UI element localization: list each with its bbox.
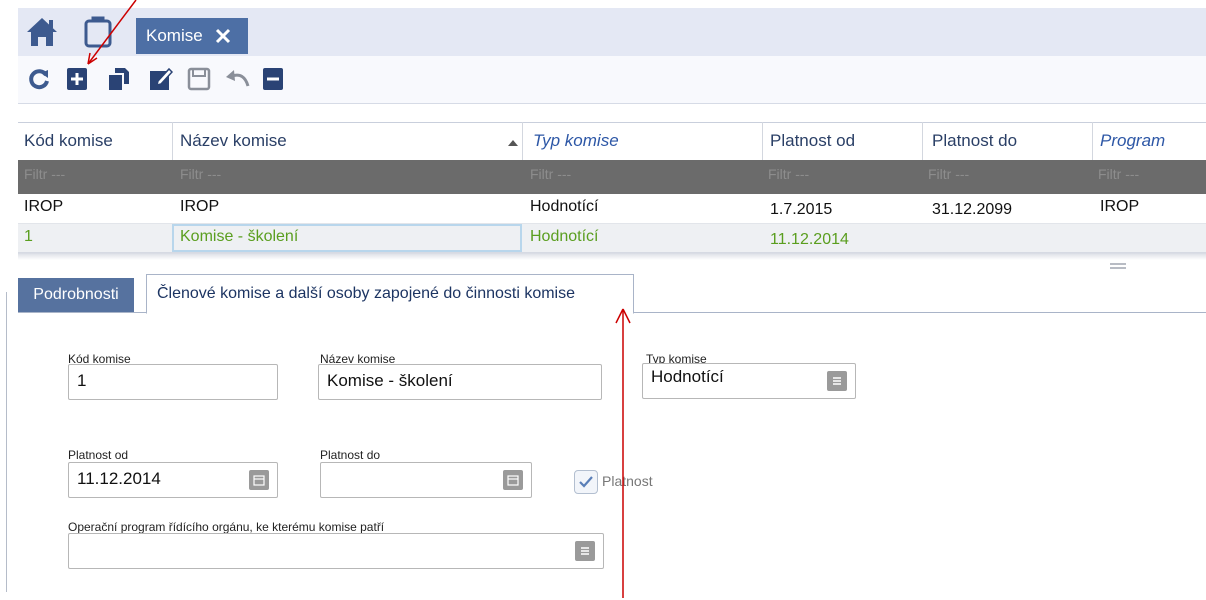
filter-program[interactable]: Filtr --- — [1098, 166, 1139, 182]
edit-icon[interactable] — [146, 64, 176, 94]
cell-typ: Hodnotící — [530, 198, 599, 215]
add-icon[interactable] — [62, 64, 92, 94]
platnost-od-field[interactable]: 11.12.2014 — [68, 462, 278, 498]
nazev-komise-value: Komise - školení — [327, 371, 453, 390]
filter-nazev[interactable]: Filtr --- — [180, 166, 221, 182]
sort-ascending-icon[interactable] — [508, 140, 518, 146]
tab-komise-label: Komise — [146, 26, 203, 45]
cell-program: IROP — [1100, 198, 1140, 215]
cell-platnost-od: 11.12.2014 — [770, 231, 849, 248]
tab-clenove-komise[interactable]: Členové komise a další osoby zapojené do… — [146, 274, 634, 314]
delete-icon[interactable] — [258, 64, 288, 94]
column-header-program[interactable]: Program — [1100, 131, 1165, 151]
column-header-kod[interactable]: Kód komise — [24, 131, 113, 151]
cell-platnost-od: 1.7.2015 — [770, 201, 833, 218]
operacni-program-select[interactable] — [68, 533, 604, 569]
label-operacni-program: Operační program řídícího orgánu, ke kte… — [68, 520, 385, 534]
cell-nazev: Komise - školení — [180, 228, 299, 245]
typ-komise-select[interactable]: Hodnotící — [642, 363, 856, 399]
label-platnost-do: Platnost do — [320, 448, 381, 462]
cell-platnost-do: 31.12.2099 — [932, 201, 1013, 218]
calendar-icon[interactable] — [249, 470, 269, 490]
platnost-checkbox[interactable] — [574, 470, 598, 494]
close-icon[interactable] — [215, 28, 231, 44]
platnost-checkbox-label: Platnost — [602, 473, 653, 489]
platnost-do-field[interactable] — [320, 462, 532, 498]
clipboard-icon[interactable] — [72, 8, 124, 56]
filter-typ[interactable]: Filtr --- — [530, 166, 571, 182]
list-icon[interactable] — [575, 541, 595, 561]
column-header-platnost-do[interactable]: Platnost do — [932, 131, 1017, 151]
panel-border — [6, 292, 7, 592]
copy-icon[interactable] — [104, 64, 134, 94]
column-header-nazev[interactable]: Název komise — [180, 131, 287, 151]
platnost-od-value: 11.12.2014 — [77, 469, 161, 488]
cell-kod: IROP — [24, 198, 64, 215]
cell-typ: Hodnotící — [530, 228, 599, 245]
tab-podrobnosti[interactable]: Podrobnosti — [18, 278, 134, 312]
refresh-icon[interactable] — [24, 64, 54, 94]
list-icon[interactable] — [827, 371, 847, 391]
kod-komise-field[interactable]: 1 — [68, 364, 278, 400]
undo-icon[interactable] — [222, 64, 252, 94]
filter-platnost-do[interactable]: Filtr --- — [928, 166, 969, 182]
nazev-komise-field[interactable]: Komise - školení — [318, 364, 602, 400]
resize-handle[interactable] — [1110, 263, 1126, 269]
column-header-platnost-od[interactable]: Platnost od — [770, 131, 855, 151]
grid-bottom-shadow — [18, 252, 1206, 260]
save-icon[interactable] — [184, 64, 214, 94]
kod-komise-value: 1 — [77, 371, 87, 390]
home-icon[interactable] — [18, 8, 66, 56]
annotation-arrow-tab — [615, 308, 631, 598]
column-header-typ[interactable]: Typ komise — [533, 131, 619, 151]
calendar-icon[interactable] — [503, 470, 523, 490]
label-platnost-od: Platnost od — [68, 448, 129, 462]
cell-kod: 1 — [24, 228, 33, 245]
cell-nazev: IROP — [180, 198, 220, 215]
checkmark-icon — [579, 476, 593, 488]
tab-komise[interactable]: Komise — [136, 18, 248, 54]
filter-kod[interactable]: Filtr --- — [24, 166, 65, 182]
typ-komise-value: Hodnotící — [651, 367, 724, 386]
filter-platnost-od[interactable]: Filtr --- — [768, 166, 809, 182]
